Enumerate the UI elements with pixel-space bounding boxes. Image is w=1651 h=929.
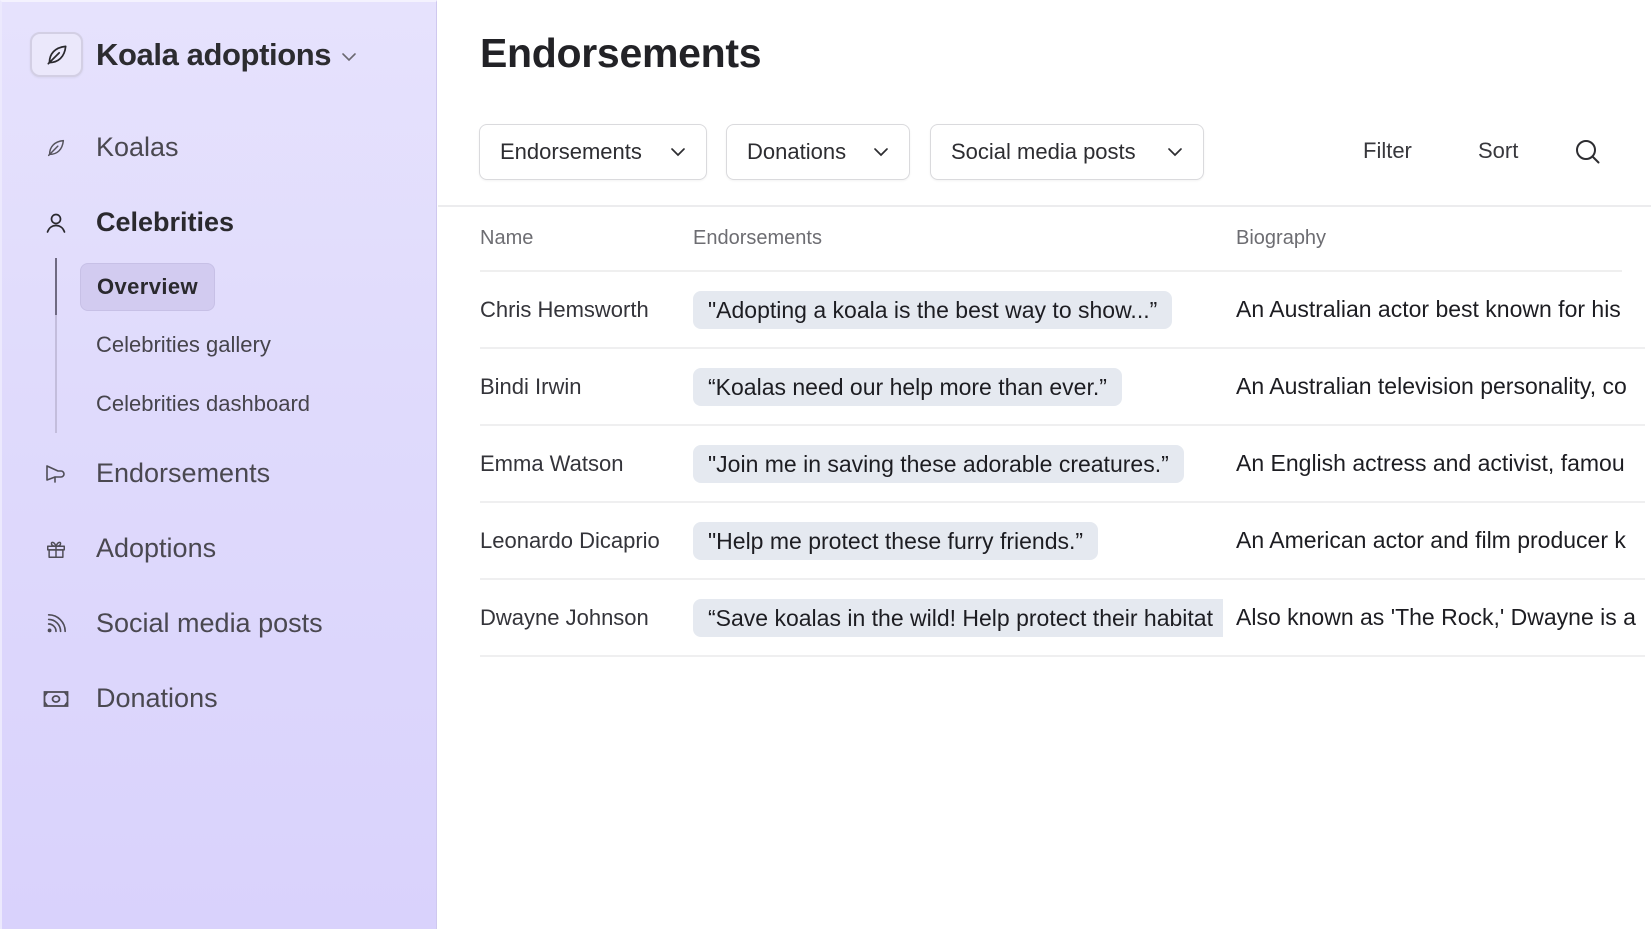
user-icon <box>42 209 70 237</box>
sidebar-item-label: Donations <box>96 683 218 713</box>
column-header-endorsements[interactable]: Endorsements <box>693 227 822 250</box>
sidebar-item-label: Social media posts <box>96 608 323 638</box>
biography-text: An Australian television personality, co <box>1236 373 1627 399</box>
sidebar-item-endorsements[interactable]: Endorsements <box>42 458 270 489</box>
sidebar-item-koalas[interactable]: Koalas <box>42 132 179 163</box>
biography-text: An English actress and activist, famou <box>1236 450 1625 476</box>
main-content: Endorsements Endorsements Donations Soci… <box>438 0 1651 929</box>
social-media-posts-dropdown[interactable]: Social media posts <box>930 124 1204 180</box>
celebrity-name: Bindi Irwin <box>480 374 582 399</box>
chevron-down-icon <box>1167 147 1183 157</box>
chevron-down-icon <box>342 52 356 61</box>
table-row[interactable]: Bindi Irwin “Koalas need our help more t… <box>480 349 1651 426</box>
sort-button[interactable]: Sort <box>1478 138 1518 164</box>
sidebar-subitem-celebrities-gallery[interactable]: Celebrities gallery <box>80 321 287 369</box>
sidebar-subitem-overview[interactable]: Overview <box>80 263 216 311</box>
sidebar-item-label: Koalas <box>96 132 179 162</box>
page-title: Endorsements <box>480 30 762 76</box>
filter-button[interactable]: Filter <box>1363 138 1412 164</box>
sidebar-item-social-media-posts[interactable]: Social media posts <box>42 608 323 639</box>
biography-text: Also known as 'The Rock,' Dwayne is a <box>1236 604 1636 630</box>
subnav-rail-active-indicator <box>55 258 57 315</box>
search-button[interactable] <box>1574 138 1602 166</box>
endorsement-pill[interactable]: "Help me protect these furry friends.” <box>693 522 1099 560</box>
gift-icon <box>42 535 70 563</box>
sidebar-subitem-celebrities-dashboard[interactable]: Celebrities dashboard <box>80 380 326 428</box>
sidebar: Koala adoptions Koalas Celebrities Overv… <box>0 0 437 929</box>
column-header-biography[interactable]: Biography <box>1236 227 1326 250</box>
dropdown-label: Donations <box>747 139 847 164</box>
sidebar-item-celebrities[interactable]: Celebrities <box>42 207 234 238</box>
celebrity-name: Leonardo Dicaprio <box>480 528 660 553</box>
toolbar-divider <box>438 205 1651 207</box>
rss-icon <box>42 610 70 638</box>
banknote-icon <box>42 685 70 713</box>
megaphone-icon <box>42 460 70 488</box>
leaf-icon <box>46 44 67 65</box>
dropdown-label: Social media posts <box>951 139 1136 164</box>
celebrity-name: Emma Watson <box>480 451 624 476</box>
celebrity-name: Dwayne Johnson <box>480 605 649 630</box>
endorsements-dropdown[interactable]: Endorsements <box>479 124 707 180</box>
leaf-icon <box>42 134 70 162</box>
row-divider <box>480 655 1645 657</box>
table-row[interactable]: Dwayne Johnson “Save koalas in the wild!… <box>480 580 1651 657</box>
biography-text: An Australian actor best known for his <box>1236 296 1621 322</box>
chevron-down-icon <box>873 147 889 157</box>
sidebar-item-donations[interactable]: Donations <box>42 683 218 714</box>
sidebar-item-label: Celebrities <box>96 207 235 237</box>
endorsement-pill[interactable]: "Adopting a koala is the best way to sho… <box>693 291 1173 329</box>
workspace-switcher[interactable]: Koala adoptions <box>30 32 357 77</box>
sidebar-item-label: Adoptions <box>96 533 217 563</box>
biography-text: An American actor and film producer k <box>1236 527 1626 553</box>
brand-logo <box>30 32 83 77</box>
table-row[interactable]: Leonardo Dicaprio "Help me protect these… <box>480 503 1651 580</box>
sidebar-item-adoptions[interactable]: Adoptions <box>42 533 216 564</box>
endorsement-pill[interactable]: “Koalas need our help more than ever.” <box>693 368 1122 406</box>
endorsement-pill[interactable]: “Save koalas in the wild! Help protect t… <box>693 599 1223 637</box>
dropdown-label: Endorsements <box>500 139 642 164</box>
search-icon <box>1576 140 1600 164</box>
workspace-name: Koala adoptions <box>96 36 332 72</box>
celebrity-name: Chris Hemsworth <box>480 297 649 322</box>
table-row[interactable]: Emma Watson "Join me in saving these ado… <box>480 426 1651 503</box>
table-row[interactable]: Chris Hemsworth "Adopting a koala is the… <box>480 272 1651 349</box>
endorsement-pill[interactable]: "Join me in saving these adorable creatu… <box>693 445 1184 483</box>
sidebar-item-label: Endorsements <box>96 458 271 488</box>
chevron-down-icon <box>670 147 686 157</box>
donations-dropdown[interactable]: Donations <box>726 124 910 180</box>
column-header-name[interactable]: Name <box>480 227 533 250</box>
